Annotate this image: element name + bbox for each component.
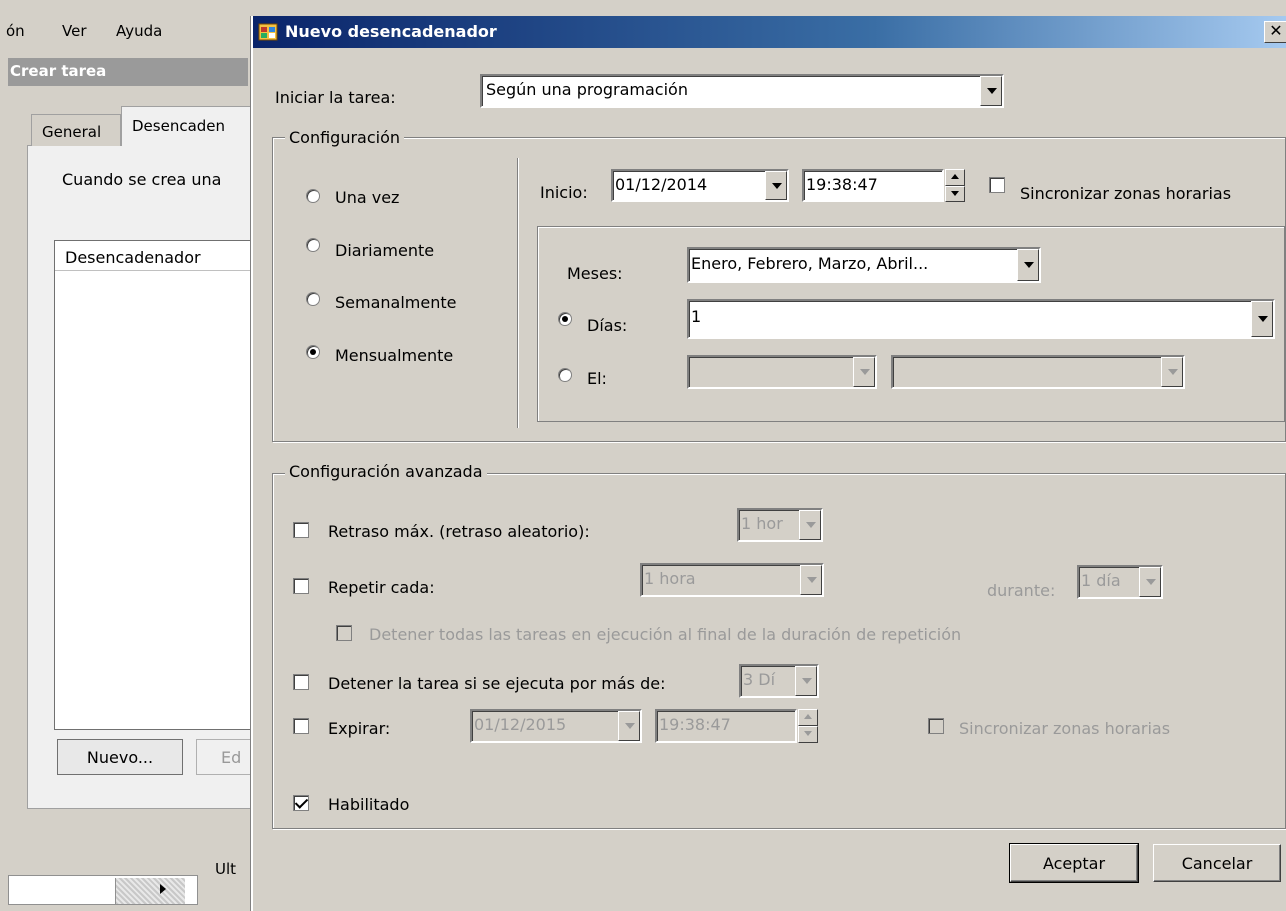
months-label: Meses: xyxy=(567,264,623,283)
triggers-list-header[interactable]: Desencadenador xyxy=(55,241,253,271)
app-icon xyxy=(258,23,278,41)
radio-weekly-label: Semanalmente xyxy=(335,293,457,312)
menu-item-action[interactable]: ón xyxy=(6,22,25,40)
repeat-value: 1 hora xyxy=(644,569,696,588)
close-button[interactable]: ✕ xyxy=(1264,21,1286,43)
repeat-label: Repetir cada: xyxy=(328,578,435,597)
repeat-select[interactable]: 1 hora xyxy=(640,563,824,597)
radio-daily[interactable] xyxy=(306,238,320,252)
stop-if-checkbox[interactable] xyxy=(293,674,309,690)
on-label: El: xyxy=(587,369,607,388)
radio-weekly[interactable] xyxy=(306,292,320,306)
enabled-checkbox[interactable] xyxy=(293,795,309,811)
ok-button[interactable]: Aceptar xyxy=(1009,843,1139,883)
stop-if-value: 3 Dí xyxy=(743,670,776,689)
chevron-down-icon[interactable] xyxy=(1161,357,1183,387)
create-task-title: Crear tarea xyxy=(8,58,248,86)
triggers-list[interactable] xyxy=(54,240,254,730)
start-date-value: 01/12/2014 xyxy=(615,175,708,194)
scroll-right-icon[interactable] xyxy=(160,884,166,894)
stop-if-label: Detener la tarea si se ejecuta por más d… xyxy=(328,674,666,693)
start-time-spinner[interactable] xyxy=(945,169,965,202)
cancel-button[interactable]: Cancelar xyxy=(1153,844,1281,882)
title-bar[interactable]: Nuevo desencadenador ✕ xyxy=(253,16,1286,48)
menu-item-help[interactable]: Ayuda xyxy=(116,22,162,40)
during-select[interactable]: 1 día xyxy=(1077,565,1163,599)
start-date-picker[interactable]: 01/12/2014 xyxy=(611,169,789,202)
start-task-value: Según una programación xyxy=(486,80,688,99)
spin-up-icon[interactable] xyxy=(798,709,818,726)
radio-once[interactable] xyxy=(306,189,320,203)
advanced-group-title: Configuración avanzada xyxy=(285,462,487,481)
spin-down-icon[interactable] xyxy=(798,726,818,743)
dialog-title: Nuevo desencadenador xyxy=(285,22,497,41)
delay-select[interactable]: 1 hor xyxy=(737,508,823,542)
days-label: Días: xyxy=(587,316,628,335)
days-select[interactable]: 1 xyxy=(687,299,1275,339)
expire-sync-label: Sincronizar zonas horarias xyxy=(959,719,1171,738)
sync-timezones-checkbox[interactable] xyxy=(989,177,1005,193)
edit-trigger-button[interactable]: Ed xyxy=(196,739,256,775)
menu-item-view[interactable]: Ver xyxy=(62,22,87,40)
radio-on[interactable] xyxy=(558,368,572,382)
radio-monthly-label: Mensualmente xyxy=(335,346,454,365)
months-value: Enero, Febrero, Marzo, Abril... xyxy=(691,254,929,273)
expire-date-picker[interactable]: 01/12/2015 xyxy=(470,709,642,743)
calendar-dropdown-icon[interactable] xyxy=(765,171,787,200)
tab-general[interactable]: General xyxy=(31,114,121,146)
on-day-select[interactable] xyxy=(891,355,1185,389)
chevron-down-icon[interactable] xyxy=(800,565,822,595)
chevron-down-icon[interactable] xyxy=(1017,249,1039,281)
during-label: durante: xyxy=(987,581,1056,600)
start-task-select[interactable]: Según una programación xyxy=(480,74,1004,108)
spin-down-icon[interactable] xyxy=(945,185,965,202)
new-trigger-button[interactable]: Nuevo... xyxy=(57,739,183,775)
radio-once-label: Una vez xyxy=(335,188,400,207)
start-label: Inicio: xyxy=(540,183,588,202)
start-time-value: 19:38:47 xyxy=(806,175,878,194)
chevron-down-icon[interactable] xyxy=(853,357,875,387)
config-group-title: Configuración xyxy=(285,128,405,147)
spin-up-icon[interactable] xyxy=(945,169,965,186)
radio-daily-label: Diariamente xyxy=(335,241,435,260)
expire-label: Expirar: xyxy=(328,719,391,738)
bottom-label: Ult xyxy=(215,860,237,878)
tab-triggers[interactable]: Desencaden xyxy=(121,106,251,146)
stop-all-label: Detener todas las tareas en ejecución al… xyxy=(369,625,962,644)
repeat-checkbox[interactable] xyxy=(293,578,309,594)
calendar-dropdown-icon[interactable] xyxy=(618,711,640,741)
delay-value: 1 hor xyxy=(741,514,783,533)
stop-all-checkbox[interactable] xyxy=(336,625,352,641)
bottom-scrollbar[interactable] xyxy=(115,878,185,904)
days-value: 1 xyxy=(691,307,702,326)
enabled-label: Habilitado xyxy=(328,795,410,814)
months-select[interactable]: Enero, Febrero, Marzo, Abril... xyxy=(687,247,1041,283)
on-week-select[interactable] xyxy=(687,355,877,389)
radio-days[interactable] xyxy=(558,312,572,326)
expire-date-value: 01/12/2015 xyxy=(474,715,567,734)
chevron-down-icon[interactable] xyxy=(980,76,1002,106)
expire-time-spinner[interactable] xyxy=(798,709,818,743)
expire-checkbox[interactable] xyxy=(293,718,309,734)
radio-monthly[interactable] xyxy=(306,345,320,359)
during-value: 1 día xyxy=(1081,571,1121,590)
start-time-field[interactable]: 19:38:47 xyxy=(802,169,944,202)
chevron-down-icon[interactable] xyxy=(1139,567,1161,597)
chevron-down-icon[interactable] xyxy=(795,666,817,696)
triggers-description: Cuando se crea una xyxy=(62,170,222,189)
divider xyxy=(517,158,519,428)
chevron-down-icon[interactable] xyxy=(799,510,821,540)
expire-time-field[interactable]: 19:38:47 xyxy=(655,709,797,743)
expire-time-value: 19:38:47 xyxy=(659,715,731,734)
delay-checkbox[interactable] xyxy=(293,522,309,538)
start-task-label: Iniciar la tarea: xyxy=(275,88,396,107)
expire-sync-checkbox[interactable] xyxy=(928,718,944,734)
delay-label: Retraso máx. (retraso aleatorio): xyxy=(328,522,590,541)
chevron-down-icon[interactable] xyxy=(1251,301,1273,337)
close-icon: ✕ xyxy=(1269,21,1283,40)
stop-if-select[interactable]: 3 Dí xyxy=(739,664,819,698)
sync-timezones-label: Sincronizar zonas horarias xyxy=(1020,184,1232,203)
new-trigger-dialog: Nuevo desencadenador ✕ Iniciar la tarea:… xyxy=(251,16,1286,911)
